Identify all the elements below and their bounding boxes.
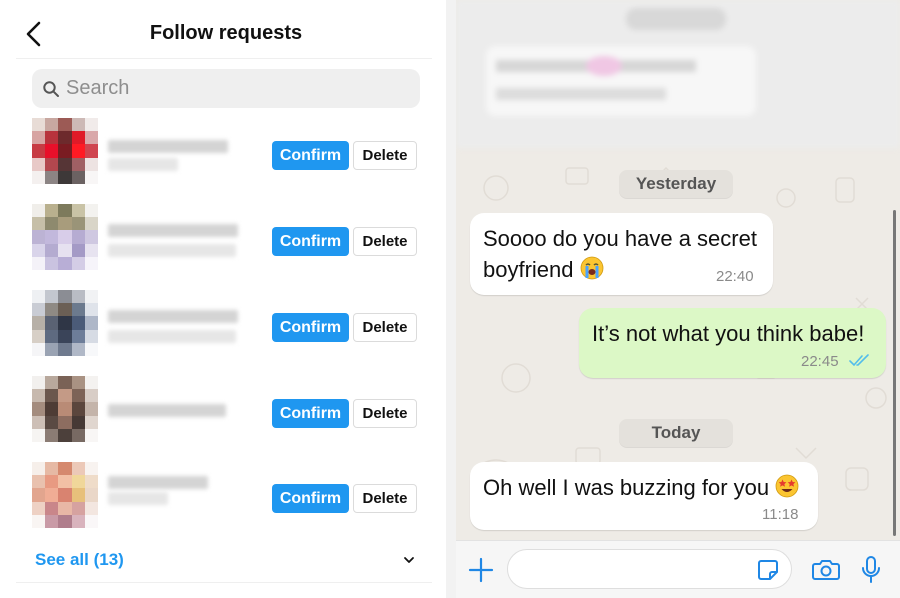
date-separator-yesterday: Yesterday xyxy=(619,170,733,198)
username-redacted xyxy=(108,310,238,323)
avatar[interactable] xyxy=(32,118,98,184)
incoming-message[interactable]: Soooo do you have a secret boyfriend 22:… xyxy=(470,213,773,295)
star-struck-face-emoji-icon xyxy=(775,474,799,498)
chevron-down-icon[interactable] xyxy=(402,555,416,565)
search-icon xyxy=(43,81,59,97)
message-text: It’s not what you think babe! xyxy=(592,321,865,346)
plus-icon[interactable] xyxy=(468,557,494,583)
username-redacted xyxy=(108,476,208,489)
confirm-button[interactable]: Confirm xyxy=(272,141,349,170)
date-separator-today: Today xyxy=(619,419,733,447)
username-redacted xyxy=(108,404,226,417)
fullname-redacted xyxy=(108,244,236,257)
message-input-bar xyxy=(456,540,900,598)
delete-button[interactable]: Delete xyxy=(353,227,417,256)
confirm-button[interactable]: Confirm xyxy=(272,313,349,342)
panel-divider xyxy=(446,0,456,598)
incoming-message[interactable]: Oh well I was buzzing for you 11:18 xyxy=(470,462,818,530)
fullname-redacted xyxy=(108,330,236,343)
confirm-button[interactable]: Confirm xyxy=(272,399,349,428)
header: Follow requests xyxy=(0,0,446,60)
message-time: 11:18 xyxy=(762,506,799,523)
avatar[interactable] xyxy=(32,204,98,270)
avatar[interactable] xyxy=(32,462,98,528)
header-divider xyxy=(16,58,432,59)
microphone-icon[interactable] xyxy=(860,555,882,585)
chat-panel: Yesterday Soooo do you have a secret boy… xyxy=(456,0,900,598)
request-row: Confirm Delete xyxy=(0,118,446,188)
delete-button[interactable]: Delete xyxy=(353,313,417,342)
fullname-redacted xyxy=(108,492,168,505)
request-row: Confirm Delete xyxy=(0,376,446,446)
chat-scrollbar[interactable] xyxy=(893,210,896,536)
footer-divider xyxy=(16,582,432,583)
username-redacted xyxy=(108,224,238,237)
message-input[interactable] xyxy=(522,550,752,588)
see-all-link[interactable]: See all (13) xyxy=(35,550,124,570)
delete-button[interactable]: Delete xyxy=(353,399,417,428)
search-input[interactable] xyxy=(66,69,406,108)
follow-requests-panel: Follow requests Confirm Delete xyxy=(0,0,446,598)
message-field[interactable] xyxy=(507,549,792,589)
confirm-button[interactable]: Confirm xyxy=(272,227,349,256)
search-bar[interactable] xyxy=(32,69,420,108)
message-time: 22:45 xyxy=(801,353,839,370)
page-title: Follow requests xyxy=(149,22,303,44)
camera-icon[interactable] xyxy=(812,557,840,581)
crying-face-emoji-icon xyxy=(580,256,604,280)
request-row: Confirm Delete xyxy=(0,204,446,274)
request-row: Confirm Delete xyxy=(0,462,446,532)
avatar[interactable] xyxy=(32,290,98,356)
avatar[interactable] xyxy=(32,376,98,442)
sticker-icon[interactable] xyxy=(756,558,780,582)
blurred-chat-region xyxy=(456,0,900,148)
confirm-button[interactable]: Confirm xyxy=(272,484,349,513)
message-time: 22:40 xyxy=(716,268,754,285)
fullname-redacted xyxy=(108,158,178,171)
outgoing-message[interactable]: It’s not what you think babe! 22:45 xyxy=(579,308,886,378)
username-redacted xyxy=(108,140,228,153)
message-text: Oh well I was buzzing for you xyxy=(483,472,813,503)
delete-button[interactable]: Delete xyxy=(353,484,417,513)
delete-button[interactable]: Delete xyxy=(353,141,417,170)
double-check-icon xyxy=(849,354,869,367)
request-row: Confirm Delete xyxy=(0,290,446,360)
